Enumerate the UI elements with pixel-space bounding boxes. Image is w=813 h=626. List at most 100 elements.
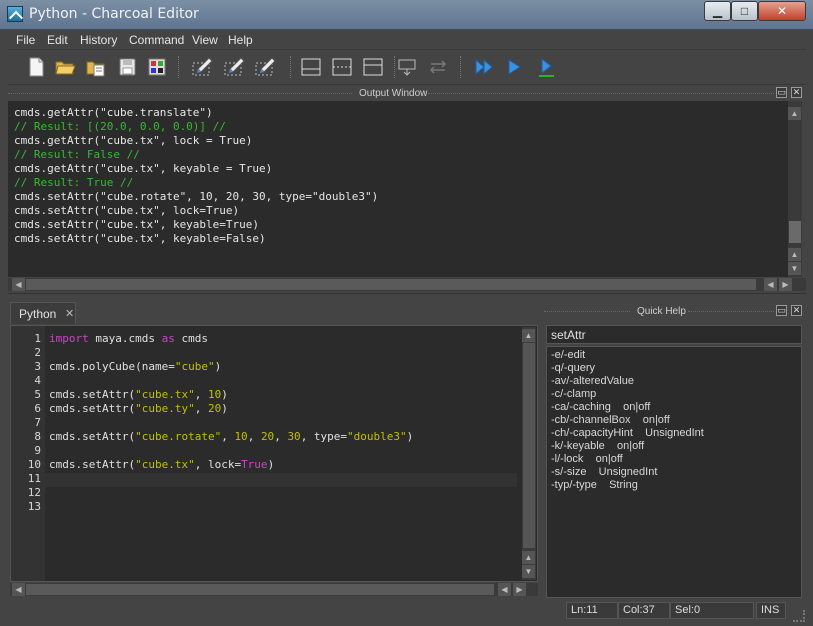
output-horizontal-scrollbar[interactable]: ◀ ◀ ▶	[8, 278, 806, 291]
new-file-icon[interactable]	[24, 55, 48, 79]
tab-close-icon[interactable]: ✕	[65, 307, 74, 320]
quick-help-search-input[interactable]: setAttr	[546, 325, 802, 344]
close-button[interactable]: ✕	[758, 1, 806, 21]
quick-help-flag[interactable]: -s/-size UnsignedInt	[551, 466, 657, 478]
output-command-line: cmds.getAttr("cube.tx", keyable = True)	[14, 162, 273, 175]
show-both-icon[interactable]	[330, 55, 354, 79]
toolbar-separator	[178, 56, 180, 78]
code-line[interactable]: cmds.polyCube(name="cube")	[49, 360, 221, 374]
quick-help-flag[interactable]: -l/-lock on|off	[551, 453, 623, 465]
code-line[interactable]: cmds.setAttr("cube.tx", 10)	[49, 388, 228, 402]
editor-vertical-scrollbar[interactable]: ▲ ▲ ▼	[522, 327, 536, 580]
line-number: 13	[27, 500, 41, 513]
code-token: cmds.polyCube(name=	[49, 360, 175, 373]
execute-all-icon[interactable]	[472, 55, 496, 79]
output-command-line: cmds.setAttr("cube.tx", keyable=True)	[14, 218, 260, 231]
quick-help-flag[interactable]: -av/-alteredValue	[551, 375, 634, 387]
resize-grip-icon[interactable]	[793, 610, 805, 622]
code-token: cmds.setAttr(	[49, 388, 136, 401]
save-icon[interactable]	[115, 55, 139, 79]
scroll-right-icon[interactable]: ▶	[779, 278, 792, 291]
line-number: 9	[34, 444, 41, 457]
line-number: 11	[27, 472, 41, 485]
code-line[interactable]: import maya.cmds as cmds	[49, 332, 208, 346]
editor-horizontal-scrollbar[interactable]: ◀ ◀ ▶	[10, 583, 538, 596]
code-token: True	[241, 458, 268, 471]
execute-selection-icon[interactable]	[534, 55, 558, 79]
scroll-thumb[interactable]	[26, 584, 494, 595]
quick-help-flag[interactable]: -q/-query	[551, 362, 595, 374]
load-script-icon[interactable]	[84, 55, 108, 79]
quick-help-flag[interactable]: -e/-edit	[551, 349, 585, 361]
quick-help-flag[interactable]: -ch/-capacityHint UnsignedInt	[551, 427, 704, 439]
echo-commands-icon[interactable]	[395, 55, 419, 79]
scroll-down-icon[interactable]: ▼	[522, 565, 535, 578]
output-command-line: cmds.getAttr("cube.tx", lock = True)	[14, 134, 253, 147]
code-token: )	[221, 402, 228, 415]
app-icon	[7, 6, 23, 22]
scroll-right-icon[interactable]: ▶	[513, 583, 526, 596]
line-number: 2	[34, 346, 41, 359]
clear-all-icon[interactable]	[252, 55, 276, 79]
tab-label: Python	[19, 307, 57, 321]
close-panel-icon[interactable]: ✕	[791, 87, 802, 98]
scroll-down-icon[interactable]: ▼	[788, 262, 801, 275]
close-panel-icon[interactable]: ✕	[791, 305, 802, 316]
menu-command[interactable]: Command	[129, 33, 184, 47]
code-token: 10	[234, 430, 248, 443]
quick-help-header: Quick Help ▭ ✕	[544, 302, 806, 322]
scroll-left-icon[interactable]: ◀	[12, 278, 25, 291]
menu-file[interactable]: File	[16, 33, 35, 47]
maximize-button[interactable]: □	[731, 1, 758, 21]
toolbar	[8, 50, 806, 85]
minimize-button[interactable]: ▁	[704, 1, 731, 21]
code-line[interactable]: cmds.setAttr("cube.tx", lock=True)	[49, 458, 274, 472]
pane-splitter[interactable]	[8, 293, 806, 301]
quick-help-flag[interactable]: -k/-keyable on|off	[551, 440, 644, 452]
scroll-up-icon[interactable]: ▲	[788, 248, 801, 261]
show-input-icon[interactable]	[361, 55, 385, 79]
line-number: 4	[34, 374, 41, 387]
scroll-thumb[interactable]	[523, 343, 535, 548]
scroll-up-icon[interactable]: ▲	[522, 329, 535, 342]
float-panel-icon[interactable]: ▭	[776, 87, 787, 98]
quick-help-flag[interactable]: -typ/-type String	[551, 479, 638, 491]
execute-icon[interactable]	[502, 55, 526, 79]
code-token: "double3"	[347, 430, 407, 443]
menu-help[interactable]: Help	[228, 33, 253, 47]
menu-edit[interactable]: Edit	[47, 33, 68, 47]
save-to-shelf-icon[interactable]	[145, 55, 169, 79]
clear-input-icon[interactable]	[221, 55, 245, 79]
quick-help-flag[interactable]: -c/-clamp	[551, 388, 596, 400]
code-token: import	[49, 332, 89, 345]
scroll-left-icon[interactable]: ◀	[12, 583, 25, 596]
title-bar: Python - Charcoal Editor ▁ □ ✕	[0, 0, 813, 30]
scroll-thumb[interactable]	[789, 221, 801, 243]
float-panel-icon[interactable]: ▭	[776, 305, 787, 316]
output-header-rule	[8, 93, 352, 94]
output-text-area[interactable]: cmds.getAttr("cube.translate")// Result:…	[8, 101, 788, 277]
code-token: , type=	[300, 430, 348, 443]
line-number: 7	[34, 416, 41, 429]
show-history-icon[interactable]	[299, 55, 323, 79]
tab-python[interactable]: Python ✕	[10, 302, 76, 324]
scroll-thumb[interactable]	[26, 279, 756, 290]
code-token: )	[214, 360, 222, 373]
code-line[interactable]: cmds.setAttr("cube.ty", 20)	[49, 402, 228, 416]
quick-help-flag[interactable]: -cb/-channelBox on|off	[551, 414, 670, 426]
clear-history-icon[interactable]	[189, 55, 213, 79]
scroll-up-icon[interactable]: ▲	[788, 107, 801, 120]
menu-history[interactable]: History	[80, 33, 117, 47]
output-vertical-scrollbar[interactable]: ▲ ▲ ▼	[788, 101, 802, 277]
quick-help-flag[interactable]: -ca/-caching on|off	[551, 401, 650, 413]
code-line[interactable]: cmds.setAttr("cube.rotate", 10, 20, 30, …	[49, 430, 413, 444]
scroll-up-icon[interactable]: ▲	[522, 551, 535, 564]
swap-icon[interactable]	[426, 55, 450, 79]
quick-help-rule	[544, 311, 630, 312]
open-folder-icon[interactable]	[53, 55, 77, 79]
scroll-left-icon[interactable]: ◀	[764, 278, 777, 291]
scroll-left-icon[interactable]: ◀	[498, 583, 511, 596]
menu-view[interactable]: View	[192, 33, 218, 47]
line-number: 3	[34, 360, 41, 373]
code-token: 20	[260, 430, 275, 443]
